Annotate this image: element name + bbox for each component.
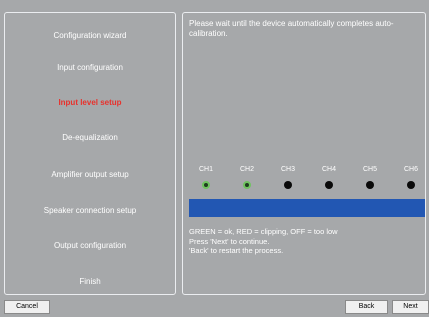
legend-line-colors: GREEN = ok, RED = clipping, OFF = too lo… (189, 227, 338, 236)
step-speaker-connection-setup[interactable]: Speaker connection setup (5, 206, 175, 215)
step-input-level-setup[interactable]: Input level setup (5, 98, 175, 107)
status-legend: GREEN = ok, RED = clipping, OFF = too lo… (189, 227, 421, 256)
legend-line-back: 'Back' to restart the process. (189, 246, 284, 255)
channel-led-ch4 (325, 181, 333, 189)
channel-label-ch1: CH1 (198, 166, 213, 173)
step-input-configuration[interactable]: Input configuration (5, 63, 175, 72)
back-button[interactable]: Back (345, 300, 388, 314)
channel-led-ch1 (202, 181, 210, 189)
legend-line-next: Press 'Next' to continue. (189, 236, 270, 246)
calibration-progress-bar (189, 199, 425, 217)
channel-led-ch5 (366, 181, 374, 189)
channel-led-ch2 (243, 181, 251, 189)
step-output-configuration[interactable]: Output configuration (5, 241, 175, 250)
wizard-steps-sidebar: Configuration wizard Input configuration… (4, 12, 176, 295)
main-panel: Please wait until the device automatical… (182, 12, 426, 295)
instruction-text: Please wait until the device automatical… (189, 19, 394, 38)
channel-led-ch3 (284, 181, 292, 189)
channel-label-ch4: CH4 (321, 166, 336, 173)
channel-label-ch6: CH6 (403, 166, 418, 173)
channel-label-ch5: CH5 (362, 166, 377, 173)
cancel-button[interactable]: Cancel (4, 300, 50, 314)
step-de-equalization[interactable]: De-equalization (5, 133, 175, 142)
step-finish[interactable]: Finish (5, 277, 175, 286)
next-button[interactable]: Next (392, 300, 429, 314)
step-configuration-wizard[interactable]: Configuration wizard (5, 31, 175, 40)
channel-led-ch6 (407, 181, 415, 189)
channel-label-ch2: CH2 (239, 166, 254, 173)
channel-label-ch3: CH3 (280, 166, 295, 173)
step-amplifier-output-setup[interactable]: Amplifier output setup (5, 170, 175, 179)
